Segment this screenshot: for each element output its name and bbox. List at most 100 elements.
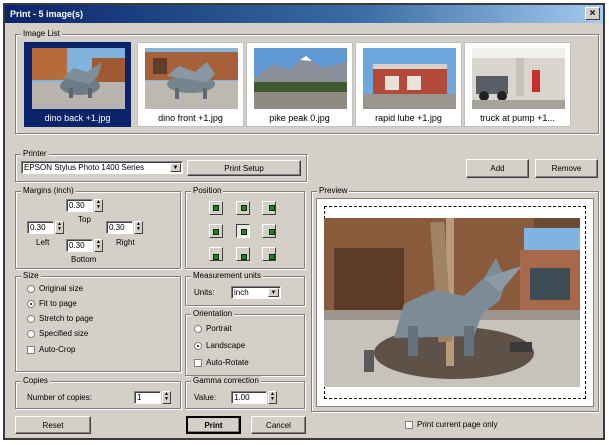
- position-bottom-center-button[interactable]: [236, 247, 250, 261]
- radio-icon: [27, 314, 35, 323]
- align-middle-left-icon: [213, 229, 219, 235]
- chevron-down-icon[interactable]: ▼: [268, 288, 279, 297]
- measurement-title: Measurement units: [191, 271, 264, 280]
- margin-left-stepper[interactable]: ▲ ▼: [55, 221, 64, 234]
- margin-right-stepper[interactable]: ▲ ▼: [134, 221, 143, 234]
- radio-icon: [27, 329, 35, 338]
- align-center-icon: [241, 229, 247, 235]
- copies-input[interactable]: 1: [134, 391, 161, 404]
- copies-stepper[interactable]: ▲ ▼: [162, 391, 171, 404]
- margin-left-input[interactable]: 0.30: [27, 221, 54, 234]
- print-dialog: Print - 5 image(s) × Image List dino bac…: [3, 3, 605, 440]
- margin-top-stepper[interactable]: ▲ ▼: [94, 199, 103, 212]
- position-middle-left-button[interactable]: [209, 224, 223, 238]
- units-value: inch: [234, 288, 249, 297]
- orientation-portrait[interactable]: Portrait: [194, 324, 232, 333]
- print-setup-button[interactable]: Print Setup: [187, 160, 301, 176]
- size-option-specified[interactable]: Specified size: [27, 329, 88, 338]
- margin-bottom-input[interactable]: 0.30: [66, 239, 93, 252]
- position-top-center-button[interactable]: [236, 201, 250, 215]
- position-top-left-button[interactable]: [209, 201, 223, 215]
- gamma-stepper[interactable]: ▲ ▼: [268, 391, 277, 404]
- thumbnail-caption: truck at pump +1...: [480, 113, 555, 123]
- thumbnail-dino-front[interactable]: dino front +1.jpg: [137, 42, 244, 127]
- margin-top-input[interactable]: 0.30: [66, 199, 93, 212]
- thumbnail-caption: dino back +1.jpg: [44, 113, 111, 123]
- image-pike-peak: [254, 48, 347, 109]
- checkbox-icon: [194, 358, 202, 367]
- align-top-right-icon: [269, 205, 275, 211]
- margin-top-label: Top: [78, 215, 91, 224]
- size-option-fit[interactable]: Fit to page: [27, 299, 77, 308]
- printer-value: EPSON Stylus Photo 1400 Series: [24, 163, 145, 172]
- image-dino-front: [145, 48, 238, 109]
- thumbnail-truck-at-pump[interactable]: truck at pump +1...: [464, 42, 571, 127]
- align-bottom-left-icon: [213, 254, 219, 260]
- size-option-stretch[interactable]: Stretch to page: [27, 314, 93, 323]
- gamma-title: Gamma correction: [191, 376, 261, 385]
- size-option-label: Original size: [39, 284, 84, 293]
- position-bottom-right-button[interactable]: [262, 247, 276, 261]
- title-bar[interactable]: Print - 5 image(s) ×: [5, 5, 603, 23]
- margin-right-label: Right: [116, 238, 135, 247]
- window-title: Print - 5 image(s): [10, 9, 84, 19]
- print-button[interactable]: Print: [186, 416, 241, 434]
- margins-title: Margins (inch): [21, 186, 76, 195]
- close-button[interactable]: ×: [585, 7, 600, 20]
- image-list-title: Image List: [21, 29, 62, 38]
- cancel-button[interactable]: Cancel: [251, 416, 306, 434]
- position-middle-right-button[interactable]: [262, 224, 276, 238]
- margin-bottom-stepper[interactable]: ▲ ▼: [94, 239, 103, 252]
- checkbox-icon: [405, 420, 413, 429]
- current-page-only-checkbox[interactable]: Print current page only: [405, 420, 498, 429]
- align-top-left-icon: [213, 205, 219, 211]
- preview-image: [324, 218, 580, 387]
- add-button[interactable]: Add: [466, 159, 529, 178]
- position-bottom-left-button[interactable]: [209, 247, 223, 261]
- thumbnail-rapid-lube[interactable]: rapid lube +1.jpg: [355, 42, 462, 127]
- thumbnail-caption: dino front +1.jpg: [158, 113, 223, 123]
- thumbnail-dino-back[interactable]: dino back +1.jpg: [24, 42, 131, 127]
- image-dino-back: [32, 48, 125, 109]
- orientation-landscape[interactable]: Landscape: [194, 341, 245, 350]
- size-option-label: Stretch to page: [39, 314, 94, 323]
- gamma-label: Value:: [194, 393, 217, 402]
- align-bottom-center-icon: [241, 254, 247, 260]
- position-center-button[interactable]: [236, 224, 250, 238]
- units-select[interactable]: inch ▼: [231, 286, 281, 299]
- margin-left-label: Left: [36, 238, 50, 247]
- copies-label: Number of copies:: [27, 393, 92, 402]
- size-option-original[interactable]: Original size: [27, 284, 83, 293]
- thumbnail-pike-peak[interactable]: pike peak 0.jpg: [246, 42, 353, 127]
- align-middle-right-icon: [269, 229, 275, 235]
- gamma-input[interactable]: 1.00: [231, 391, 267, 404]
- position-top-right-button[interactable]: [262, 201, 276, 215]
- radio-selected-icon: [194, 341, 202, 350]
- radio-selected-icon: [27, 299, 35, 308]
- auto-crop-checkbox[interactable]: Auto-Crop: [27, 345, 75, 354]
- orientation-title: Orientation: [191, 309, 235, 318]
- units-label: Units:: [194, 288, 215, 297]
- orientation-option-label: Landscape: [206, 341, 246, 350]
- checkbox-icon: [27, 345, 35, 354]
- auto-crop-label: Auto-Crop: [39, 345, 76, 354]
- current-page-only-label: Print current page only: [417, 420, 498, 429]
- radio-icon: [194, 324, 202, 333]
- printer-select[interactable]: EPSON Stylus Photo 1400 Series ▼: [21, 161, 183, 174]
- margin-bottom-label: Bottom: [71, 255, 97, 264]
- image-rapid-lube: [363, 48, 456, 109]
- align-top-center-icon: [241, 205, 247, 211]
- image-truck-at-pump: [472, 48, 565, 109]
- radio-icon: [27, 284, 35, 293]
- size-option-label: Specified size: [39, 329, 89, 338]
- preview-page: [316, 198, 594, 407]
- orientation-option-label: Portrait: [206, 324, 232, 333]
- remove-button[interactable]: Remove: [535, 159, 598, 178]
- copies-title: Copies: [21, 376, 50, 385]
- auto-rotate-checkbox[interactable]: Auto-Rotate: [194, 358, 249, 367]
- position-title: Position: [191, 186, 224, 195]
- chevron-down-icon[interactable]: ▼: [170, 163, 181, 172]
- margin-right-input[interactable]: 0.30: [106, 221, 133, 234]
- reset-button[interactable]: Reset: [15, 416, 91, 434]
- auto-rotate-label: Auto-Rotate: [206, 358, 249, 367]
